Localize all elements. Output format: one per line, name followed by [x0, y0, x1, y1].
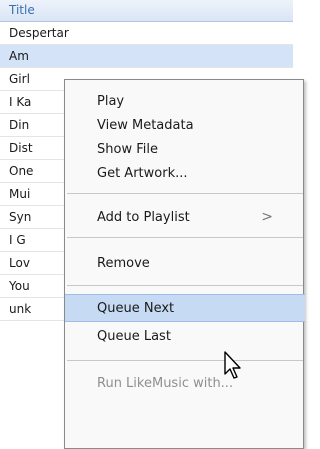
track-title: I G: [9, 233, 26, 247]
track-title: Mui: [9, 187, 31, 201]
menu-separator: [67, 237, 303, 238]
menu-item-remove[interactable]: Remove: [65, 250, 305, 278]
menu-item-label: Play: [97, 94, 125, 109]
track-title: Dist: [9, 141, 33, 155]
track-title: Lov: [9, 256, 30, 270]
track-title: I Ka: [9, 95, 32, 109]
menu-item-run-likemusic: Run LikeMusic with...: [65, 370, 305, 398]
column-header-label: Title: [9, 3, 35, 17]
track-title: Despertar: [9, 26, 69, 40]
menu-separator: [67, 193, 303, 194]
track-row-selected[interactable]: Am: [0, 45, 293, 68]
menu-item-label: View Metadata: [97, 118, 194, 133]
menu-item-queue-next[interactable]: Queue Next: [65, 294, 305, 322]
menu-separator: [67, 285, 303, 286]
track-title: unk: [9, 302, 32, 316]
track-title: Din: [9, 118, 30, 132]
menu-item-label: Remove: [97, 256, 150, 271]
track-title: One: [9, 164, 34, 178]
menu-separator: [67, 360, 303, 361]
menu-item-label: Show File: [97, 142, 158, 157]
menu-item-label: Queue Next: [97, 301, 175, 316]
context-menu: Play View Metadata Show File Get Artwork…: [64, 79, 305, 449]
track-row[interactable]: Despertar: [0, 22, 293, 45]
menu-item-label: Get Artwork...: [97, 166, 188, 181]
menu-item-label: Run LikeMusic with...: [97, 376, 234, 391]
menu-item-label: Add to Playlist: [97, 210, 190, 225]
track-title: Girl: [9, 72, 30, 86]
column-header-title[interactable]: Title: [0, 0, 293, 22]
track-title: Syn: [9, 210, 32, 224]
menu-item-queue-last[interactable]: Queue Last: [65, 323, 305, 351]
chevron-right-icon: >: [261, 209, 273, 225]
track-title: You: [9, 279, 30, 293]
arrow-cursor-icon: [224, 351, 241, 379]
track-title: Am: [9, 49, 29, 63]
menu-item-add-to-playlist[interactable]: Add to Playlist >: [65, 204, 305, 232]
menu-item-label: Queue Last: [97, 329, 171, 344]
menu-item-get-artwork[interactable]: Get Artwork...: [65, 160, 305, 188]
